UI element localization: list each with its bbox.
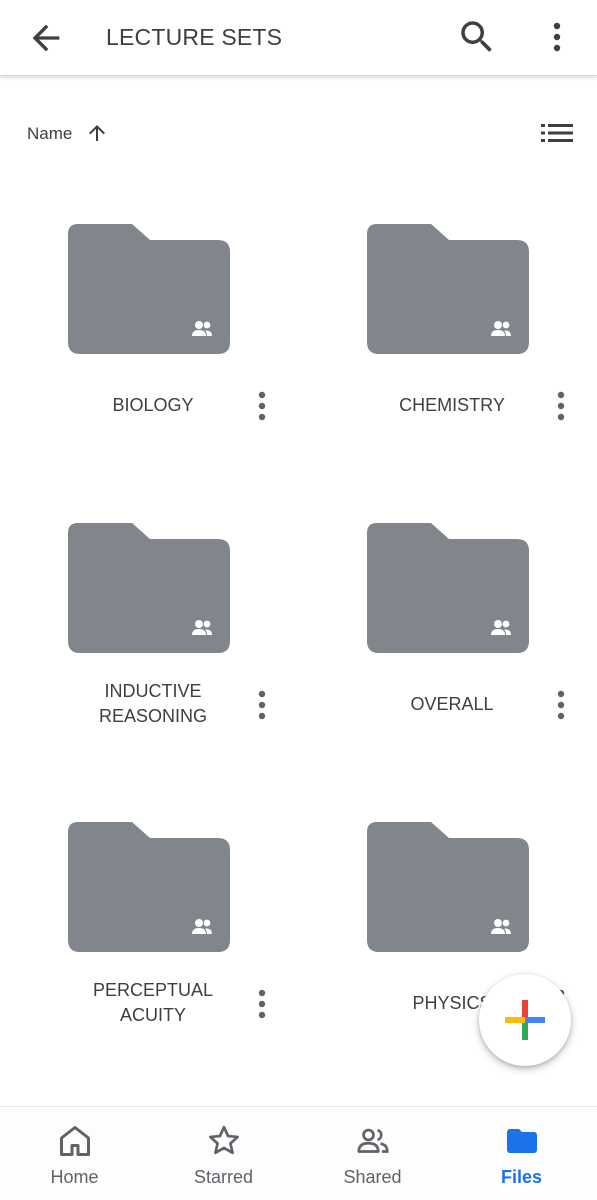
shared-folder-icon (367, 224, 529, 354)
nav-label: Home (50, 1167, 99, 1187)
arrow-back-icon[interactable] (26, 18, 66, 58)
star-icon (206, 1123, 242, 1159)
folder-name: CHEMISTRY (399, 394, 505, 415)
new-item-fab[interactable] (479, 974, 571, 1066)
shared-folder-icon (367, 822, 529, 952)
more-vert-icon[interactable] (250, 988, 274, 1020)
more-vert-icon[interactable] (250, 390, 274, 422)
nav-home[interactable]: Home (0, 1107, 149, 1200)
folder-tile[interactable]: PERCEPTUAL ACUITY (0, 798, 298, 1097)
folder-tile[interactable]: INDUCTIVE REASONING (0, 499, 298, 798)
folder-name: OVERALL (410, 693, 494, 714)
bottom-navigation: Home Starred Shared Files (0, 1106, 597, 1200)
add-plus-icon (505, 1000, 545, 1040)
folder-tile[interactable]: BIOLOGY (0, 200, 298, 499)
more-vert-icon[interactable] (549, 689, 573, 721)
folder-icon (504, 1123, 540, 1159)
list-view-icon[interactable] (538, 120, 576, 146)
home-icon (57, 1123, 93, 1159)
nav-starred[interactable]: Starred (149, 1107, 298, 1200)
nav-label: Files (500, 1167, 543, 1187)
shared-folder-icon (68, 523, 230, 653)
more-vert-icon[interactable] (250, 689, 274, 721)
sort-by-name-button[interactable]: Name (27, 124, 72, 144)
folder-tile[interactable]: CHEMISTRY (299, 200, 597, 499)
folder-name: BIOLOGY (112, 394, 194, 415)
page-title: LECTURE SETS (106, 24, 283, 50)
more-vert-icon[interactable] (542, 16, 572, 58)
nav-label: Starred (193, 1167, 254, 1187)
top-app-bar: LECTURE SETS (0, 0, 597, 76)
shared-folder-icon (68, 822, 230, 952)
more-vert-icon[interactable] (549, 390, 573, 422)
shared-people-icon (355, 1123, 391, 1159)
shared-folder-icon (68, 224, 230, 354)
nav-files[interactable]: Files (447, 1107, 596, 1200)
nav-shared[interactable]: Shared (298, 1107, 447, 1200)
sort-bar: Name (0, 108, 597, 158)
arrow-upward-icon[interactable] (85, 120, 109, 146)
nav-label: Shared (343, 1167, 402, 1187)
search-icon[interactable] (456, 16, 498, 58)
folder-name: PERCEPTUAL ACUITY (92, 980, 214, 1025)
folder-tile[interactable]: OVERALL (299, 499, 597, 798)
shared-folder-icon (367, 523, 529, 653)
folder-name: INDUCTIVE REASONING (98, 681, 208, 726)
